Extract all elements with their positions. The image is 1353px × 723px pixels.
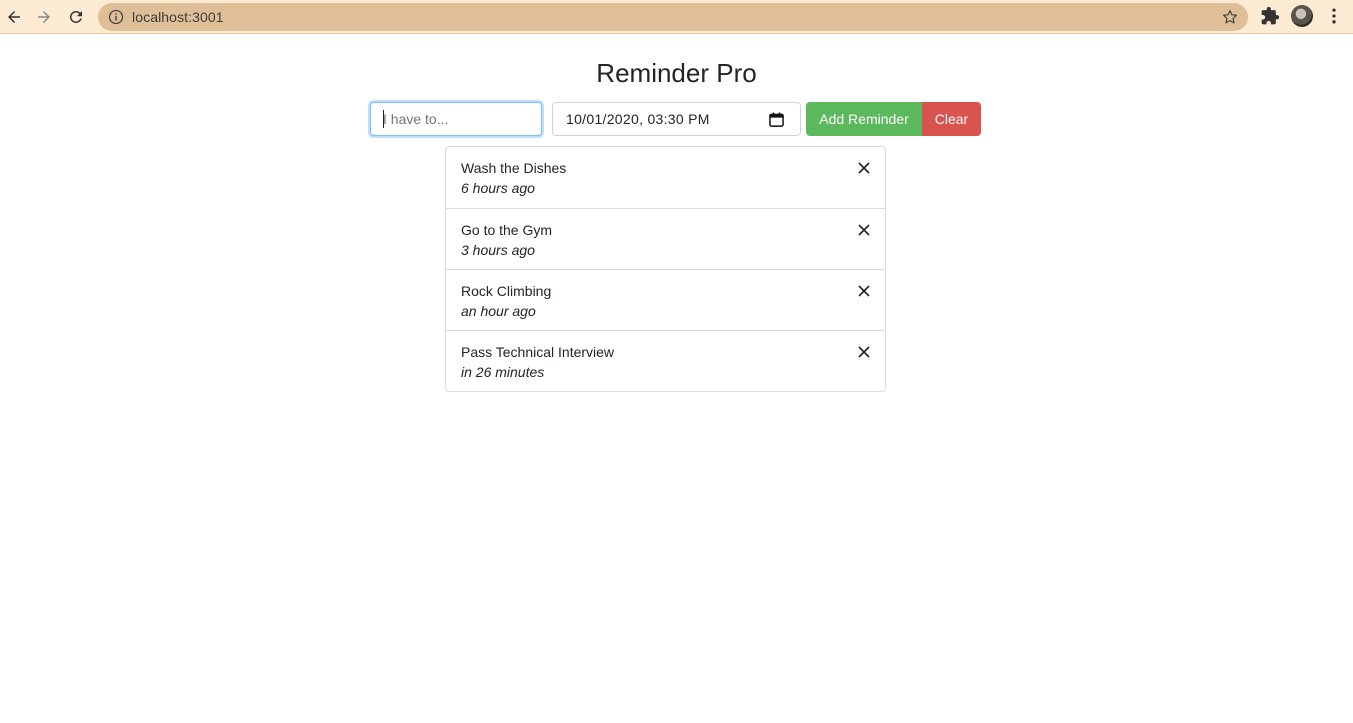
reminder-time: 3 hours ago bbox=[461, 242, 535, 258]
delete-close-icon[interactable] bbox=[857, 345, 871, 359]
reminder-time: an hour ago bbox=[461, 303, 536, 319]
browser-toolbar: localhost:3001 bbox=[0, 0, 1353, 34]
reminder-list: Wash the Dishes 6 hours ago Go to the Gy… bbox=[445, 146, 886, 392]
clear-button[interactable]: Clear bbox=[922, 102, 981, 136]
list-item: Rock Climbing an hour ago bbox=[446, 269, 885, 330]
reload-icon[interactable] bbox=[64, 5, 88, 29]
delete-close-icon[interactable] bbox=[857, 161, 871, 175]
list-item: Wash the Dishes 6 hours ago bbox=[446, 147, 885, 208]
calendar-icon[interactable] bbox=[769, 112, 784, 127]
list-item: Go to the Gym 3 hours ago bbox=[446, 208, 885, 269]
site-info-icon[interactable] bbox=[108, 9, 124, 25]
bookmark-star-icon[interactable] bbox=[1221, 8, 1239, 26]
delete-close-icon[interactable] bbox=[857, 284, 871, 298]
datetime-input[interactable]: 10/01/2020, 03:30 PM bbox=[552, 102, 801, 136]
datetime-value: 10/01/2020, 03:30 PM bbox=[566, 111, 710, 127]
reminder-time: 6 hours ago bbox=[461, 180, 535, 196]
back-icon[interactable] bbox=[2, 5, 26, 29]
reminder-text: Pass Technical Interview bbox=[461, 344, 615, 360]
delete-close-icon[interactable] bbox=[857, 223, 871, 237]
url-text: localhost:3001 bbox=[132, 9, 224, 25]
list-item: Pass Technical Interview in 26 minutes bbox=[446, 330, 885, 391]
reminder-text: Go to the Gym bbox=[461, 222, 553, 238]
profile-avatar[interactable] bbox=[1291, 5, 1313, 27]
extensions-puzzle-icon[interactable] bbox=[1260, 6, 1280, 26]
address-bar[interactable]: localhost:3001 bbox=[98, 3, 1248, 31]
forward-icon[interactable] bbox=[32, 5, 56, 29]
reminder-text-input[interactable] bbox=[370, 102, 542, 136]
text-cursor bbox=[383, 110, 384, 128]
more-menu-icon[interactable] bbox=[1324, 6, 1344, 26]
reminder-time: in 26 minutes bbox=[461, 364, 545, 380]
add-reminder-button[interactable]: Add Reminder bbox=[806, 102, 922, 136]
reminder-text: Wash the Dishes bbox=[461, 160, 567, 176]
reminder-text: Rock Climbing bbox=[461, 283, 552, 299]
page-title: Reminder Pro bbox=[596, 58, 757, 88]
